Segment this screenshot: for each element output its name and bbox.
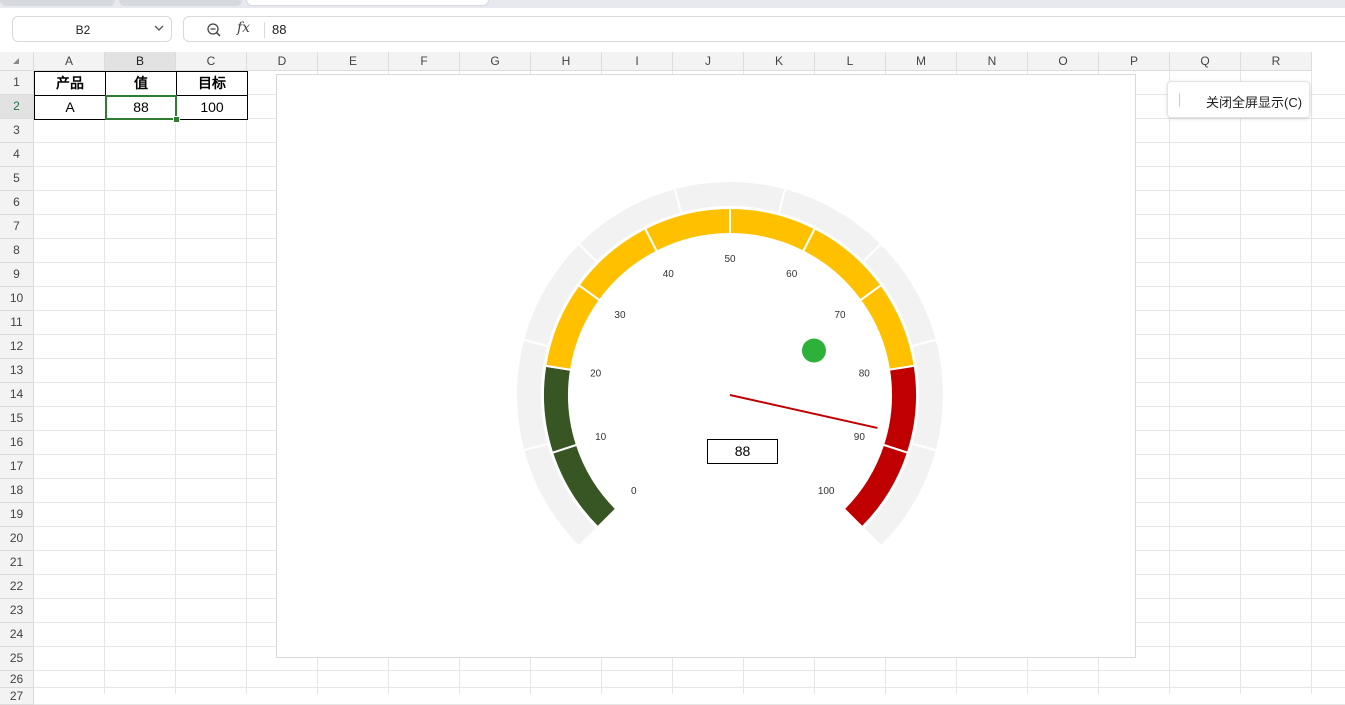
row-header-19[interactable]: 19 [0, 503, 34, 527]
row-header-21[interactable]: 21 [0, 551, 34, 575]
gauge-svg: 0 10 20 30 40 50 60 70 80 90 100 [515, 180, 945, 548]
cell-c2[interactable]: 100 [176, 95, 248, 120]
gauge-tick-label: 20 [590, 369, 602, 380]
col-header-n[interactable]: N [957, 52, 1028, 71]
cell-c1[interactable]: 目标 [176, 71, 248, 96]
row-header-17[interactable]: 17 [0, 455, 34, 479]
zoom-out-icon[interactable] [206, 22, 222, 38]
gauge-marker [801, 338, 826, 363]
grid-row-line [34, 687, 1345, 688]
row-header-3[interactable]: 3 [0, 119, 34, 143]
gauge-tick-label: 100 [818, 486, 835, 497]
gauge-tick-label: 60 [786, 269, 798, 280]
fx-icon[interactable]: fx [237, 20, 250, 36]
workbook-tab-active[interactable] [246, 0, 489, 6]
cell-b2-active[interactable]: 88 [105, 95, 177, 120]
gauge-tick-label: 80 [859, 369, 871, 380]
row-header-1[interactable]: 1 [0, 71, 34, 95]
row-header-23[interactable]: 23 [0, 599, 34, 623]
col-header-f[interactable]: F [389, 52, 460, 71]
row-header-12[interactable]: 12 [0, 335, 34, 359]
cell-a2[interactable]: A [34, 95, 106, 120]
col-header-a[interactable]: A [34, 52, 105, 71]
gauge-tick-label: 70 [834, 310, 846, 321]
gauge-tick-label: 30 [614, 310, 626, 321]
col-header-r[interactable]: R [1241, 52, 1312, 71]
row-header-15[interactable]: 15 [0, 407, 34, 431]
formula-input[interactable]: fx 88 [183, 16, 1345, 42]
chevron-down-icon[interactable] [153, 21, 165, 35]
row-header-8[interactable]: 8 [0, 239, 34, 263]
gauge-tick-label: 0 [631, 486, 637, 497]
col-header-b[interactable]: B [105, 52, 176, 71]
row-header-4[interactable]: 4 [0, 143, 34, 167]
workbook-tab[interactable] [119, 0, 242, 6]
close-fullscreen-label: 关闭全屏显示(C) [1206, 95, 1303, 110]
col-header-i[interactable]: I [602, 52, 673, 71]
col-header-j[interactable]: J [673, 52, 744, 71]
col-header-c[interactable]: C [176, 52, 247, 71]
workbook-tab-strip [0, 0, 1345, 8]
grid-row-line [34, 670, 1345, 671]
row-header-11[interactable]: 11 [0, 311, 34, 335]
gauge-needle [729, 394, 878, 429]
fill-handle[interactable] [173, 116, 180, 123]
gauge-tick-label: 40 [663, 269, 675, 280]
col-header-d[interactable]: D [247, 52, 318, 71]
gauge-chart[interactable]: 0 10 20 30 40 50 60 70 80 90 100 88 [276, 74, 1136, 658]
row-header-22[interactable]: 22 [0, 575, 34, 599]
gauge-tick-label: 50 [724, 254, 736, 265]
row-header-2[interactable]: 2 [0, 95, 34, 119]
col-header-h[interactable]: H [531, 52, 602, 71]
col-header-k[interactable]: K [744, 52, 815, 71]
col-header-g[interactable]: G [460, 52, 531, 71]
gauge-band-segment [881, 364, 918, 455]
cell-a1[interactable]: 产品 [34, 71, 106, 96]
name-box[interactable]: B2 [12, 16, 172, 42]
row-header-7[interactable]: 7 [0, 215, 34, 239]
row-header-18[interactable]: 18 [0, 479, 34, 503]
row-header-20[interactable]: 20 [0, 527, 34, 551]
row-header-25[interactable]: 25 [0, 647, 34, 671]
formula-bar: B2 fx 88 [0, 8, 1345, 52]
workbook-tab[interactable] [0, 0, 115, 6]
row-header-6[interactable]: 6 [0, 191, 34, 215]
col-header-l[interactable]: L [815, 52, 886, 71]
row-header-24[interactable]: 24 [0, 623, 34, 647]
col-header-q[interactable]: Q [1170, 52, 1241, 71]
cell-b1[interactable]: 值 [105, 71, 177, 96]
row-header-9[interactable]: 9 [0, 263, 34, 287]
row-header-5[interactable]: 5 [0, 167, 34, 191]
row-header-14[interactable]: 14 [0, 383, 34, 407]
col-header-o[interactable]: O [1028, 52, 1099, 71]
col-header-p[interactable]: P [1099, 52, 1170, 71]
row-header-26[interactable]: 26 [0, 671, 34, 688]
row-header-16[interactable]: 16 [0, 431, 34, 455]
select-all-icon [13, 58, 19, 64]
gauge-band-segment [542, 364, 579, 455]
row-header-10[interactable]: 10 [0, 287, 34, 311]
gauge-value-box: 88 [707, 439, 778, 464]
row-header-27[interactable]: 27 [0, 688, 34, 705]
row-header-13[interactable]: 13 [0, 359, 34, 383]
close-fullscreen-button[interactable]: 关闭全屏显示(C) [1167, 81, 1310, 118]
gauge-tick-label: 90 [854, 432, 866, 443]
gauge-tick-label: 10 [595, 432, 607, 443]
name-box-value: B2 [75, 23, 91, 37]
select-all-corner[interactable] [0, 52, 34, 71]
button-divider [1179, 93, 1180, 107]
formula-separator [264, 22, 265, 38]
col-header-m[interactable]: M [886, 52, 957, 71]
formula-value: 88 [272, 22, 287, 37]
col-header-e[interactable]: E [318, 52, 389, 71]
